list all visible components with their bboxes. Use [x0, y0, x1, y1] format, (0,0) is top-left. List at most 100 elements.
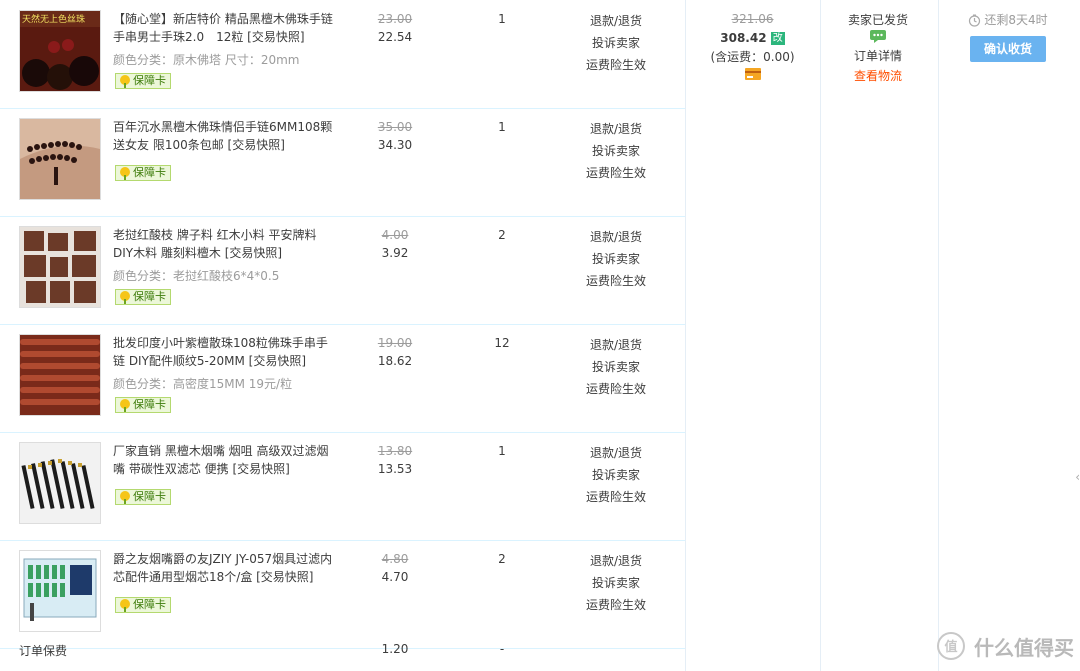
- insurance-fee-price: 1.20: [381, 642, 409, 656]
- refund-link[interactable]: 退款/退货: [571, 442, 661, 464]
- guarantee-icon: [120, 167, 130, 180]
- quantity: 12: [494, 336, 510, 350]
- product-image[interactable]: [19, 226, 101, 308]
- guarantee-icon: [120, 399, 130, 412]
- guarantee-badge[interactable]: 保障卡: [115, 597, 171, 613]
- product-spec: 颜色分类：老挝红酸枝6*4*0.5: [113, 269, 280, 283]
- badge-label: 保障卡: [133, 598, 166, 611]
- remaining-time: 还剩8天4时: [948, 10, 1068, 30]
- shipping-insurance-link[interactable]: 运费险生效: [571, 270, 661, 292]
- product-image[interactable]: 天然无上色丝珠: [19, 10, 101, 92]
- product-title[interactable]: 老挝红酸枝 牌子料 红木小料 平安牌料DIY木料 雕刻料檀木 [交易快照]: [113, 226, 335, 262]
- paid-price: 13.53: [377, 462, 413, 476]
- shipping-insurance-link[interactable]: 运费险生效: [571, 54, 661, 76]
- guarantee-icon: [120, 75, 130, 88]
- original-price: 19.00: [377, 336, 413, 350]
- product-title[interactable]: 厂家直销 黑檀木烟嘴 烟咀 高级双过滤烟嘴 带碳性双滤芯 便携 [交易快照]: [113, 442, 335, 478]
- shipping-insurance-link[interactable]: 运费险生效: [571, 594, 661, 616]
- complain-link[interactable]: 投诉卖家: [571, 356, 661, 378]
- refund-link[interactable]: 退款/退货: [571, 10, 661, 32]
- order-item-row: 老挝红酸枝 牌子料 红木小料 平安牌料DIY木料 雕刻料檀木 [交易快照] 颜色…: [0, 216, 685, 325]
- site-watermark: 值 什么值得买: [936, 631, 1074, 661]
- product-image[interactable]: [19, 442, 101, 524]
- clock-icon: [969, 14, 981, 27]
- complain-link[interactable]: 投诉卖家: [571, 572, 661, 594]
- paid-price: 18.62: [377, 354, 413, 368]
- quantity: 2: [498, 552, 506, 566]
- refund-link[interactable]: 退款/退货: [571, 334, 661, 356]
- insurance-fee-qty: -: [499, 642, 505, 656]
- item-actions: 退款/退货 投诉卖家 运费险生效: [571, 118, 661, 184]
- paid-price: 22.54: [377, 30, 413, 44]
- paid-price: 3.92: [381, 246, 409, 260]
- order-item-row: 厂家直销 黑檀木烟嘴 烟咀 高级双过滤烟嘴 带碳性双滤芯 便携 [交易快照] 保…: [0, 432, 685, 541]
- insurance-fee-label: 订单保费: [19, 644, 68, 658]
- guarantee-badge[interactable]: 保障卡: [115, 489, 171, 505]
- badge-label: 保障卡: [133, 490, 166, 503]
- remaining-time-text: 还剩8天4时: [984, 13, 1048, 27]
- item-actions: 退款/退货 投诉卖家 运费险生效: [571, 226, 661, 292]
- watermark-logo-glyph: 值: [944, 639, 957, 655]
- guarantee-badge[interactable]: 保障卡: [115, 397, 171, 413]
- order-operations: 还剩8天4时 确认收货: [948, 10, 1068, 62]
- watermark-logo-icon: 值: [937, 632, 965, 660]
- guarantee-badge[interactable]: 保障卡: [115, 73, 171, 89]
- price-cell: 13.80 13.53: [366, 442, 424, 478]
- badge-label: 保障卡: [133, 74, 166, 87]
- guarantee-icon: [120, 599, 130, 612]
- product-spec: 颜色分类：原木佛塔 尺寸：20mm: [113, 53, 300, 67]
- paid-price: 4.70: [381, 570, 409, 584]
- badge-label: 保障卡: [133, 398, 166, 411]
- item-actions: 退款/退货 投诉卖家 运费险生效: [571, 10, 661, 76]
- column-divider: [938, 0, 939, 671]
- column-divider: [685, 0, 686, 671]
- guarantee-icon: [120, 291, 130, 304]
- product-title[interactable]: 百年沉水黑檀木佛珠情侣手链6MM108颗送女友 限100条包邮 [交易快照]: [113, 118, 335, 154]
- original-price: 4.80: [381, 552, 409, 566]
- guarantee-badge[interactable]: 保障卡: [115, 165, 171, 181]
- product-image[interactable]: [19, 118, 101, 200]
- complain-link[interactable]: 投诉卖家: [571, 140, 661, 162]
- order-item-row: 百年沉水黑檀木佛珠情侣手链6MM108颗送女友 限100条包邮 [交易快照] 保…: [0, 108, 685, 217]
- shipping-insurance-link[interactable]: 运费险生效: [571, 162, 661, 184]
- shipping-insurance-link[interactable]: 运费险生效: [571, 486, 661, 508]
- insurance-fee-row: 订单保费 1.20 -: [0, 630, 685, 670]
- shipping-insurance-link[interactable]: 运费险生效: [571, 378, 661, 400]
- quantity: 2: [498, 228, 506, 242]
- item-actions: 退款/退货 投诉卖家 运费险生效: [571, 334, 661, 400]
- scroll-arrow-icon[interactable]: ‹: [1075, 470, 1080, 484]
- product-image[interactable]: [19, 334, 101, 416]
- price-cell: 19.00 18.62: [366, 334, 424, 370]
- thumb-text: 天然无上色丝珠: [22, 13, 85, 25]
- original-price: 23.00: [377, 12, 413, 26]
- status-text: 卖家已发货: [847, 13, 908, 27]
- product-image[interactable]: [19, 550, 101, 632]
- product-title[interactable]: 【随心堂】新店特价 精品黑檀木佛珠手链手串男士手珠2.0 12粒 [交易快照]: [113, 10, 335, 46]
- original-price: 4.00: [381, 228, 409, 242]
- product-title[interactable]: 爵之友烟嘴爵の友JZIY JY-057烟具过滤内芯配件通用型烟芯18个/盒 [交…: [113, 550, 335, 586]
- refund-link[interactable]: 退款/退货: [571, 550, 661, 572]
- product-spec: 颜色分类：高密度15MM 19元/粒: [113, 377, 293, 391]
- chat-icon[interactable]: [828, 30, 928, 46]
- paid-price: 34.30: [377, 138, 413, 152]
- order-status: 卖家已发货 订单详情 查看物流: [828, 10, 928, 86]
- product-title[interactable]: 批发印度小叶紫檀散珠108粒佛珠手串手链 DIY配件顺纹5-20MM [交易快照…: [113, 334, 335, 370]
- item-actions: 退款/退货 投诉卖家 运费险生效: [571, 550, 661, 616]
- price-cell: 35.00 34.30: [366, 118, 424, 154]
- guarantee-icon: [120, 491, 130, 504]
- item-actions: 退款/退货 投诉卖家 运费险生效: [571, 442, 661, 508]
- quantity: 1: [498, 120, 506, 134]
- refund-link[interactable]: 退款/退货: [571, 118, 661, 140]
- paid-total-value: 308.42: [720, 31, 767, 45]
- badge-label: 保障卡: [133, 166, 166, 179]
- confirm-receipt-button[interactable]: 确认收货: [970, 36, 1046, 62]
- complain-link[interactable]: 投诉卖家: [571, 248, 661, 270]
- complain-link[interactable]: 投诉卖家: [571, 32, 661, 54]
- order-detail-link[interactable]: 订单详情: [828, 46, 928, 66]
- quantity: 1: [498, 444, 506, 458]
- guarantee-badge[interactable]: 保障卡: [115, 289, 171, 305]
- view-logistics-link[interactable]: 查看物流: [828, 66, 928, 86]
- payment-card-icon[interactable]: [697, 68, 808, 83]
- complain-link[interactable]: 投诉卖家: [571, 464, 661, 486]
- refund-link[interactable]: 退款/退货: [571, 226, 661, 248]
